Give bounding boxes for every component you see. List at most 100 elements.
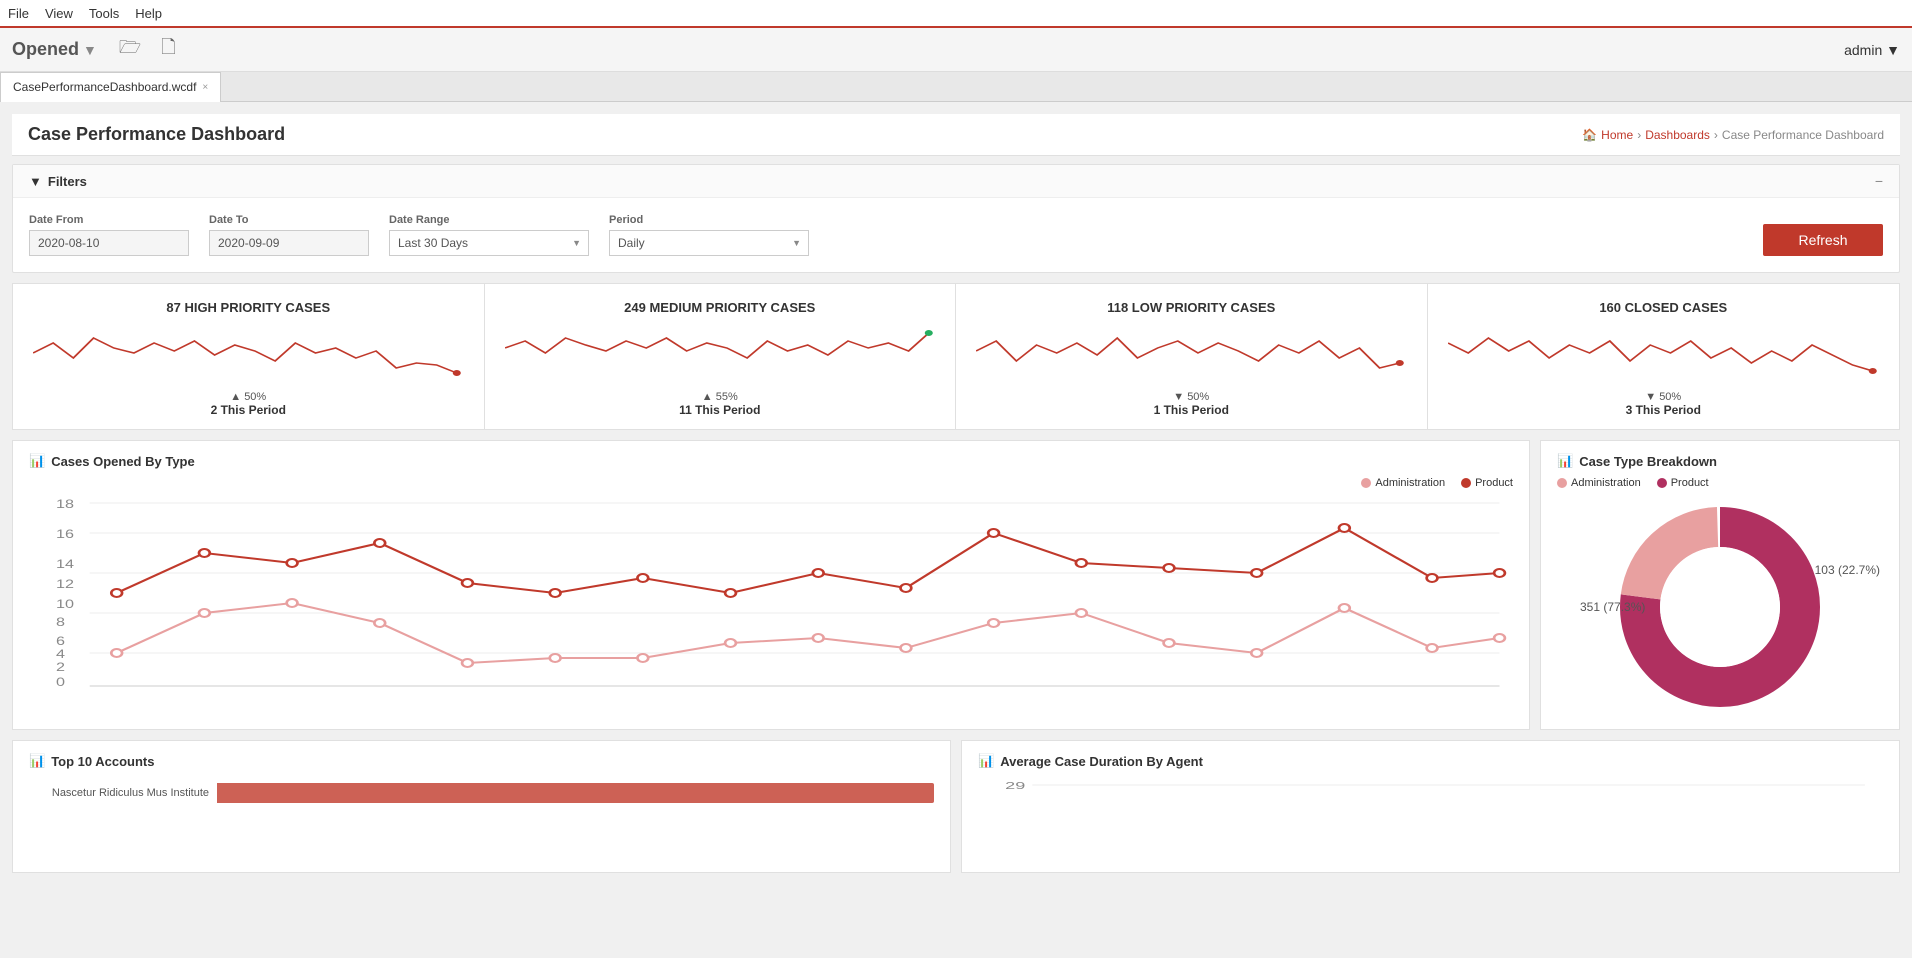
legend-product-dot [1461,478,1471,488]
kpi-medium-priority: 249 MEDIUM PRIORITY CASES ▲ 55% 11 This … [485,284,957,429]
cases-opened-by-type-card: 📊 Cases Opened By Type Administration Pr… [12,440,1530,730]
refresh-button[interactable]: Refresh [1763,224,1883,256]
kpi-high-priority-footer: ▲ 50% 2 This Period [211,391,286,417]
kpi-medium-priority-sparkline [505,323,936,383]
donut-legend: Administration Product [1557,477,1883,489]
menu-view[interactable]: View [45,6,73,21]
date-from-group: Date From [29,214,189,256]
admin-pct-label: 103 (22.7%) [1815,563,1880,577]
date-from-label: Date From [29,214,189,226]
date-range-group: Date Range Last 30 Days [389,214,589,256]
donut-legend-product: Product [1657,477,1709,489]
kpi-medium-priority-period: 11 This Period [679,403,760,417]
avg-duration-chart: 29 [978,777,1883,857]
menu-tools[interactable]: Tools [89,6,119,21]
breakdown-chart-icon: 📊 [1557,453,1573,469]
legend-product: Product [1461,477,1513,489]
export-button[interactable]: 🗋 [155,33,181,67]
charts-row: 📊 Cases Opened By Type Administration Pr… [12,440,1900,730]
donut-chart-container: 351 (77.3%) 103 (22.7%) [1610,497,1830,717]
kpi-low-priority: 118 LOW PRIORITY CASES ▼ 50% 1 This Peri… [956,284,1428,429]
svg-text:4: 4 [56,648,65,661]
kpi-medium-priority-title: 249 MEDIUM PRIORITY CASES [624,300,815,315]
date-range-label: Date Range [389,214,589,226]
date-from-input[interactable] [29,230,189,256]
period-select-wrapper: Daily [609,230,809,256]
svg-text:16: 16 [56,528,74,541]
dashboard-tab[interactable]: CasePerformanceDashboard.wcdf × [0,72,221,102]
avg-duration-icon: 📊 [978,753,994,769]
tab-label: CasePerformanceDashboard.wcdf [13,80,196,94]
kpi-closed-cases-period: 3 This Period [1626,403,1701,417]
donut-wrapper: 351 (77.3%) 103 (22.7%) [1557,497,1883,717]
page-header: Case Performance Dashboard 🏠 Home › Dash… [12,114,1900,156]
donut-product-dot [1657,478,1667,488]
svg-text:29: 29 [1005,781,1025,792]
breadcrumb-home[interactable]: Home [1601,128,1633,142]
toolbar-title-text: Opened [12,39,79,60]
kpi-closed-cases-sparkline [1448,323,1880,383]
bar-chart-icon: 📊 [29,453,45,469]
svg-text:18: 18 [56,498,74,511]
avg-duration-title: 📊 Average Case Duration By Agent [978,753,1883,769]
period-group: Period Daily [609,214,809,256]
legend-product-label: Product [1475,477,1513,489]
kpi-low-priority-footer: ▼ 50% 1 This Period [1154,391,1229,417]
filters-card: ▼ Filters − Date From Date To Date Range… [12,164,1900,273]
kpi-low-priority-title: 118 LOW PRIORITY CASES [1107,300,1275,315]
kpi-closed-cases-title: 160 CLOSED CASES [1599,300,1727,315]
kpi-closed-cases: 160 CLOSED CASES ▼ 50% 3 This Period [1428,284,1900,429]
admin-button[interactable]: admin ▼ [1844,42,1900,58]
breadcrumb-dashboards[interactable]: Dashboards [1645,128,1710,142]
filter-icon: ▼ [29,174,42,189]
breadcrumb-current: Case Performance Dashboard [1722,128,1884,142]
period-select[interactable]: Daily [609,230,809,256]
donut-product-label: Product [1671,477,1709,489]
kpi-high-priority-title: 87 HIGH PRIORITY CASES [166,300,330,315]
svg-text:0: 0 [56,676,65,689]
date-range-select[interactable]: Last 30 Days [389,230,589,256]
cases-opened-legend: Administration Product [29,477,1513,489]
kpi-high-priority-sparkline [33,323,464,383]
kpi-high-priority-period: 2 This Period [211,403,286,417]
donut-admin-dot [1557,478,1567,488]
svg-text:10: 10 [56,598,74,611]
account-label-1: Nascetur Ridiculus Mus Institute [29,787,209,799]
kpi-medium-priority-footer: ▲ 55% 11 This Period [679,391,760,417]
kpi-closed-cases-footer: ▼ 50% 3 This Period [1626,391,1701,417]
donut-admin-label: Administration [1571,477,1641,489]
filters-content: Date From Date To Date Range Last 30 Day… [13,198,1899,272]
filters-minimize-button[interactable]: − [1875,173,1883,189]
kpi-closed-cases-trend: ▼ 50% [1626,391,1701,403]
legend-admin-label: Administration [1375,477,1445,489]
menu-bar: File View Tools Help [0,0,1912,28]
tab-bar: CasePerformanceDashboard.wcdf × [0,72,1912,102]
svg-text:14: 14 [56,558,74,571]
home-icon: 🏠 [1582,128,1597,142]
top-accounts-icon: 📊 [29,753,45,769]
kpi-medium-priority-trend: ▲ 55% [679,391,760,403]
legend-admin-dot [1361,478,1371,488]
case-type-breakdown-title: 📊 Case Type Breakdown [1557,453,1883,469]
menu-help[interactable]: Help [135,6,162,21]
open-folder-button[interactable]: 🗁 [113,33,147,67]
svg-text:8: 8 [56,616,65,629]
svg-text:6: 6 [56,635,65,648]
account-bar-1 [217,783,934,803]
svg-text:12: 12 [56,578,74,591]
donut-legend-admin: Administration [1557,477,1641,489]
top-account-item-1: Nascetur Ridiculus Mus Institute [29,781,934,805]
kpi-high-priority: 87 HIGH PRIORITY CASES ▲ 50% 2 This Peri… [13,284,485,429]
svg-text:2: 2 [56,661,65,674]
filters-header: ▼ Filters − [13,165,1899,198]
date-range-select-wrapper: Last 30 Days [389,230,589,256]
page-title: Case Performance Dashboard [28,124,285,145]
product-pct-label: 351 (77.3%) [1580,600,1645,614]
kpi-low-priority-period: 1 This Period [1154,403,1229,417]
toolbar-title[interactable]: Opened ▼ [12,39,97,60]
tab-close-button[interactable]: × [202,82,208,93]
legend-admin: Administration [1361,477,1445,489]
date-to-input[interactable] [209,230,369,256]
filters-title: ▼ Filters [29,174,87,189]
menu-file[interactable]: File [8,6,29,21]
